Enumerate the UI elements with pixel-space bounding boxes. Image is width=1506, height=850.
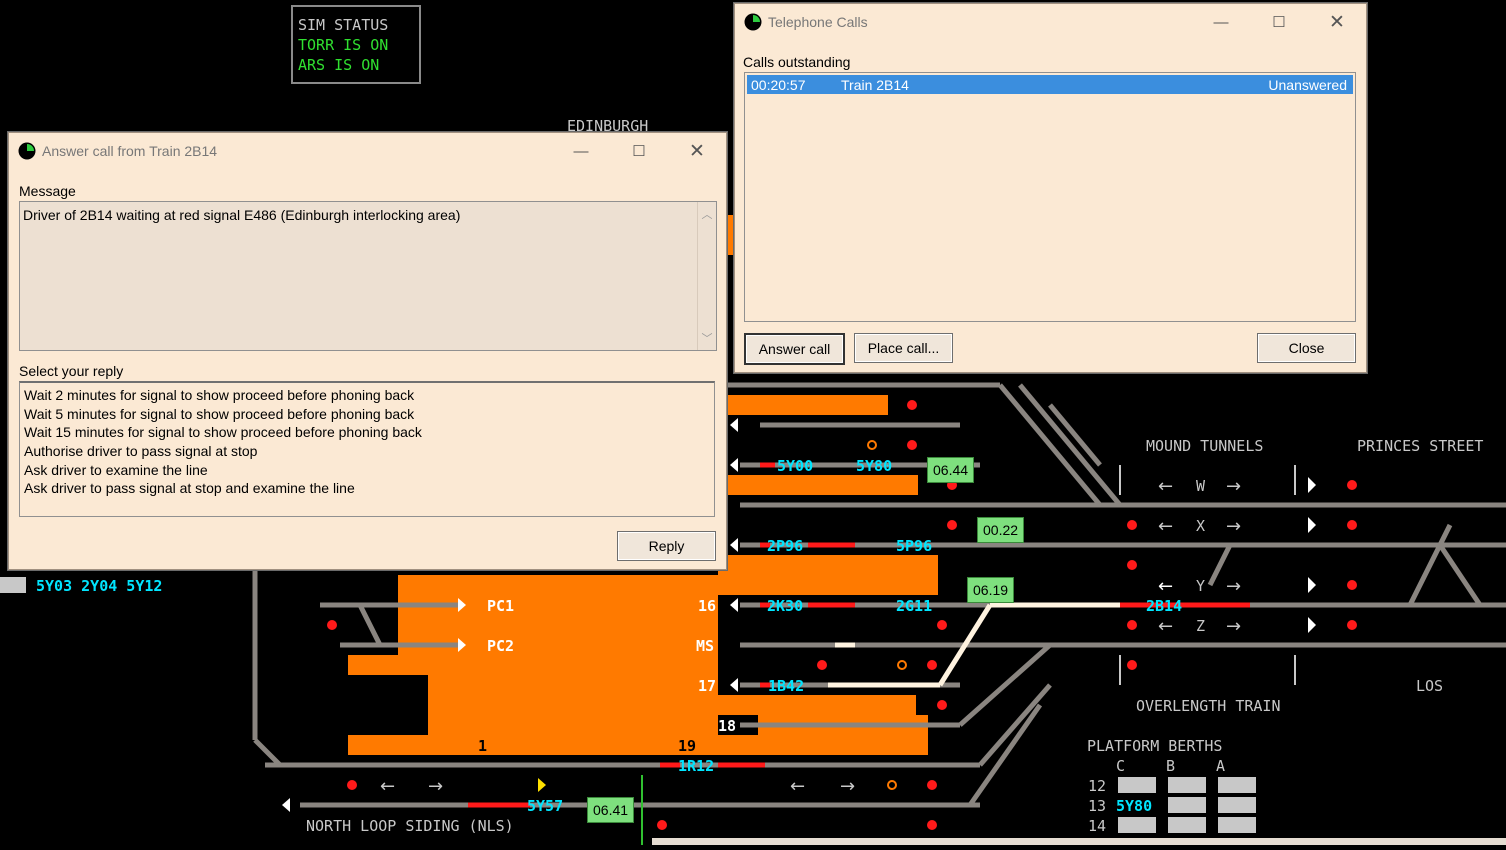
message-text: Driver of 2B14 waiting at red signal E48…: [23, 207, 461, 223]
answer-title: Answer call from Train 2B14: [42, 143, 218, 159]
berth-2b14[interactable]: 2B14: [1146, 597, 1182, 615]
place-call-button[interactable]: Place call...: [854, 333, 953, 363]
reply-option[interactable]: Wait 5 minutes for signal to show procee…: [24, 405, 714, 424]
scroll-up-icon[interactable]: ︿: [698, 206, 716, 222]
label-row-13: 13: [1088, 797, 1107, 815]
svg-text:←: ←: [1158, 616, 1173, 637]
calls-list[interactable]: 00:20:57 Train 2B14 Unanswered: [744, 72, 1356, 322]
berth-row-left[interactable]: 5Y03 2Y04 5Y12: [36, 577, 162, 595]
berth-2p96[interactable]: 2P96: [767, 537, 803, 555]
message-scrollbar[interactable]: ︿ ﹀: [697, 202, 716, 350]
svg-text:←: ←: [380, 776, 395, 797]
berth-1b42[interactable]: 1B42: [768, 677, 804, 695]
answer-titlebar[interactable]: Answer call from Train 2B14 — ☐ ✕: [9, 133, 726, 169]
svg-text:→: →: [428, 776, 443, 797]
berth-5y57[interactable]: 5Y57: [527, 797, 563, 815]
label-col-b: B: [1166, 757, 1176, 775]
h-scrollbar[interactable]: [652, 838, 1506, 845]
label-platform-17: 17: [698, 677, 717, 695]
timer-06-19: 06.19: [967, 577, 1015, 603]
label-w: W: [1196, 477, 1206, 495]
label-north-loop-siding: NORTH LOOP SIDING (NLS): [306, 817, 514, 835]
app-icon: [18, 142, 36, 160]
svg-text:←: ←: [790, 776, 805, 797]
timer-06-44: 06.44: [927, 457, 975, 483]
label-y: Y: [1196, 577, 1206, 595]
label-platform-18: 18: [718, 717, 737, 735]
sim-status-title: SIM STATUS: [298, 16, 389, 34]
label-ms: MS: [696, 637, 715, 655]
svg-text:→: →: [1226, 476, 1241, 497]
label-princes-street: PRINCES STREET: [1357, 437, 1484, 455]
reply-option[interactable]: Wait 15 minutes for signal to show proce…: [24, 423, 714, 442]
label-platform-16: 16: [698, 597, 717, 615]
torr-status: TORR IS ON: [298, 36, 389, 54]
label-col-c: C: [1116, 757, 1126, 775]
label-overlength-train: OVERLENGTH TRAIN: [1136, 697, 1281, 715]
svg-text:←: ←: [1158, 576, 1173, 597]
maximize-button[interactable]: ☐: [610, 133, 668, 169]
svg-text:→: →: [840, 776, 855, 797]
answer-call-button[interactable]: Answer call: [744, 333, 845, 365]
telephone-calls-window: Telephone Calls — ☐ ✕ Calls outstanding …: [734, 3, 1367, 373]
label-row-14: 14: [1088, 817, 1107, 835]
berth-2g11[interactable]: 2G11: [896, 597, 932, 615]
label-pc1: PC1: [487, 597, 515, 615]
berth-5y80[interactable]: 5Y80: [856, 457, 892, 475]
svg-text:→: →: [1226, 576, 1241, 597]
svg-text:←: ←: [1158, 476, 1173, 497]
maximize-button[interactable]: ☐: [1250, 4, 1308, 40]
berth-5p96[interactable]: 5P96: [896, 537, 932, 555]
call-time: 00:20:57: [751, 76, 806, 93]
timer-00-22: 00.22: [977, 517, 1025, 543]
svg-text:→: →: [1226, 616, 1241, 637]
sim-status-panel: SIM STATUS TORR IS ON ARS IS ON: [291, 5, 421, 84]
reply-option[interactable]: Authorise driver to pass signal at stop: [24, 442, 714, 461]
close-button[interactable]: Close: [1257, 333, 1356, 363]
reply-label: Select your reply: [19, 363, 124, 379]
berth-2k30[interactable]: 2K30: [767, 597, 803, 615]
scroll-down-icon[interactable]: ﹀: [698, 330, 716, 346]
call-train: Train 2B14: [841, 76, 909, 93]
timer-06-41: 06.41: [587, 797, 635, 823]
reply-option[interactable]: Wait 2 minutes for signal to show procee…: [24, 386, 714, 405]
svg-text:←: ←: [1158, 516, 1173, 537]
reply-list[interactable]: Wait 2 minutes for signal to show procee…: [19, 381, 715, 517]
platform13-berth-b[interactable]: 5Y80: [1116, 797, 1152, 815]
label-pc2: PC2: [487, 637, 515, 655]
app-icon: [744, 13, 762, 31]
berth-5y00[interactable]: 5Y00: [777, 457, 813, 475]
label-platform-berths: PLATFORM BERTHS: [1087, 737, 1223, 755]
minimize-button[interactable]: —: [552, 133, 610, 169]
reply-option[interactable]: Ask driver to examine the line: [24, 461, 714, 480]
label-platform-1: 1: [478, 737, 488, 755]
message-label: Message: [19, 183, 76, 199]
label-los: LOS: [1416, 677, 1444, 695]
ars-status: ARS IS ON: [298, 56, 380, 74]
yellow-signal-icon: [538, 778, 546, 792]
telephone-title: Telephone Calls: [768, 14, 868, 30]
label-col-a: A: [1216, 757, 1226, 775]
label-x: X: [1196, 517, 1206, 535]
svg-text:→: →: [1226, 516, 1241, 537]
label-platform-19: 19: [678, 737, 697, 755]
minimize-button[interactable]: —: [1192, 4, 1250, 40]
reply-button[interactable]: Reply: [617, 531, 716, 561]
label-mound-tunnels: MOUND TUNNELS: [1146, 437, 1264, 455]
answer-call-window: Answer call from Train 2B14 — ☐ ✕ Messag…: [8, 132, 727, 570]
reply-option[interactable]: Ask driver to pass signal at stop and ex…: [24, 479, 714, 498]
close-window-button[interactable]: ✕: [1308, 4, 1366, 40]
label-row-12: 12: [1088, 777, 1107, 795]
berth-1r12[interactable]: 1R12: [678, 757, 714, 775]
call-status: Unanswered: [1268, 76, 1347, 93]
message-box[interactable]: Driver of 2B14 waiting at red signal E48…: [19, 201, 717, 351]
call-row[interactable]: 00:20:57 Train 2B14 Unanswered: [747, 75, 1353, 94]
calls-outstanding-label: Calls outstanding: [743, 54, 851, 70]
telephone-titlebar[interactable]: Telephone Calls — ☐ ✕: [735, 4, 1366, 40]
close-window-button[interactable]: ✕: [668, 133, 726, 169]
label-z: Z: [1196, 617, 1206, 635]
